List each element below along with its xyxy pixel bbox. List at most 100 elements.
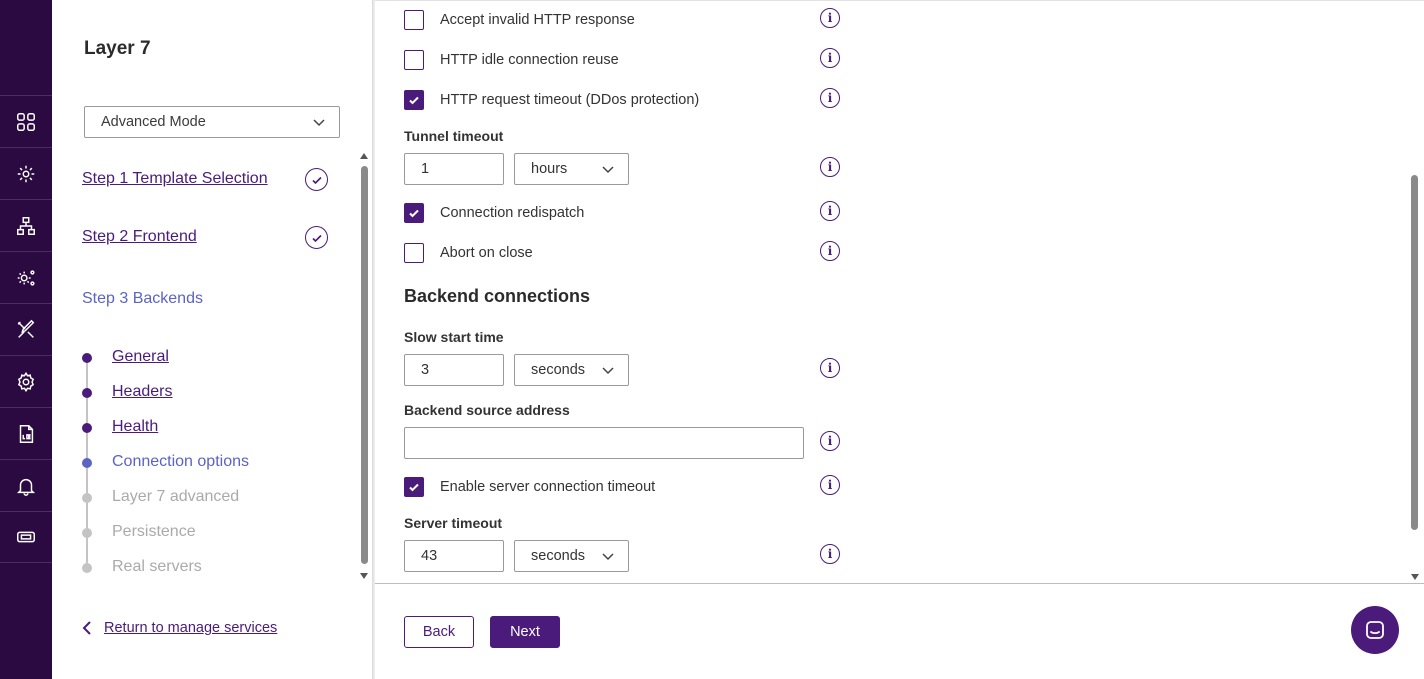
ticket-icon[interactable] (0, 511, 52, 563)
chevron-left-icon (82, 621, 91, 635)
tunnel-timeout-unit-select[interactable]: hours (514, 153, 629, 185)
scroll-down-arrow-icon[interactable] (360, 573, 368, 579)
slow-start-label: Slow start time (404, 329, 504, 345)
accept-invalid-checkbox[interactable] (404, 10, 424, 30)
accept-invalid-label: Accept invalid HTTP response (440, 12, 635, 28)
info-icon[interactable]: i (820, 431, 840, 451)
mode-select[interactable]: Advanced Mode (84, 106, 340, 138)
log-file-icon[interactable] (0, 407, 52, 459)
step-complete-check-icon (305, 168, 328, 191)
substep-dot (82, 388, 92, 398)
chevron-down-icon (602, 553, 614, 561)
return-to-services-link[interactable]: Return to manage services (82, 620, 277, 636)
server-timeout-unit-value: seconds (531, 548, 586, 564)
info-icon[interactable]: i (820, 48, 840, 68)
substep-health[interactable]: Health (112, 418, 158, 436)
network-topology-icon[interactable] (0, 199, 52, 251)
info-icon[interactable]: i (820, 201, 840, 221)
idle-reuse-label: HTTP idle connection reuse (440, 52, 619, 68)
scroll-up-arrow-icon[interactable] (360, 153, 368, 159)
services-cog-icon[interactable] (0, 147, 52, 199)
substep-dot (82, 563, 92, 573)
return-link-label: Return to manage services (104, 620, 278, 636)
server-timeout-input[interactable] (404, 540, 504, 572)
server-timeout-unit-select[interactable]: seconds (514, 540, 629, 572)
redispatch-label: Connection redispatch (440, 205, 585, 221)
chat-support-button[interactable] (1351, 606, 1399, 654)
step-3-label: Step 3 Backends (82, 290, 203, 307)
chevron-down-icon (602, 166, 614, 174)
substep-layer7-advanced: Layer 7 advanced (112, 488, 240, 505)
request-timeout-checkbox[interactable] (404, 90, 424, 110)
abort-on-close-checkbox[interactable] (404, 243, 424, 263)
server-conn-timeout-checkbox[interactable] (404, 477, 424, 497)
info-icon[interactable]: i (820, 475, 840, 495)
info-icon[interactable]: i (820, 241, 840, 261)
top-divider (375, 0, 1424, 1)
idle-reuse-row: HTTP idle connection reuse (404, 48, 619, 72)
checkmark-icon (409, 209, 419, 218)
backend-connections-heading: Backend connections (404, 286, 591, 306)
dashboard-grid-icon[interactable] (0, 95, 52, 147)
server-conn-timeout-label: Enable server connection timeout (440, 479, 656, 495)
tunnel-timeout-unit-value: hours (531, 161, 568, 177)
chevron-down-icon (602, 367, 614, 375)
accept-invalid-row: Accept invalid HTTP response (404, 8, 635, 32)
slow-start-unit-select[interactable]: seconds (514, 354, 629, 386)
info-icon[interactable]: i (820, 88, 840, 108)
substep-dot (82, 458, 92, 468)
notification-bell-icon[interactable] (0, 459, 52, 511)
slow-start-unit-value: seconds (531, 362, 586, 378)
source-address-label: Backend source address (404, 402, 570, 418)
checkmark-icon (409, 483, 419, 492)
info-icon[interactable]: i (820, 8, 840, 28)
mode-select-value: Advanced Mode (101, 114, 206, 130)
request-timeout-label: HTTP request timeout (DDos protection) (440, 92, 700, 108)
info-icon[interactable]: i (820, 358, 840, 378)
gear-icon[interactable] (0, 355, 52, 407)
substep-dot (82, 493, 92, 503)
chevron-down-icon (313, 119, 325, 127)
tunnel-timeout-input[interactable] (404, 153, 504, 185)
icon-rail (0, 0, 52, 679)
idle-reuse-checkbox[interactable] (404, 50, 424, 70)
server-conn-timeout-row: Enable server connection timeout (404, 475, 655, 499)
step-2-link[interactable]: Step 2 Frontend (82, 228, 197, 246)
redispatch-checkbox[interactable] (404, 203, 424, 223)
info-icon[interactable]: i (820, 544, 840, 564)
sidebar-scrollbar[interactable] (358, 150, 370, 582)
footer-divider (375, 583, 1424, 584)
source-address-input[interactable] (404, 427, 804, 459)
wizard-sidebar: Layer 7 Advanced Mode Step 1 Template Se… (52, 0, 372, 679)
scroll-down-arrow-icon[interactable] (1411, 574, 1419, 580)
substep-dot (82, 528, 92, 538)
server-timeout-label: Server timeout (404, 515, 503, 531)
tools-icon[interactable] (0, 303, 52, 355)
scrollbar-thumb[interactable] (361, 166, 368, 564)
main-scrollbar[interactable] (1408, 0, 1422, 584)
substep-general[interactable]: General (112, 348, 169, 366)
step-1-link[interactable]: Step 1 Template Selection (82, 170, 268, 188)
substep-persistence: Persistence (112, 523, 196, 540)
substep-connection-options[interactable]: Connection options (112, 453, 249, 471)
abort-on-close-label: Abort on close (440, 245, 533, 261)
scrollbar-thumb[interactable] (1411, 175, 1418, 530)
tunnel-timeout-label: Tunnel timeout (404, 128, 504, 144)
substep-headers[interactable]: Headers (112, 383, 172, 401)
system-settings-icon[interactable] (0, 251, 52, 303)
chat-icon (1366, 621, 1384, 639)
checkmark-icon (409, 96, 419, 105)
info-icon[interactable]: i (820, 157, 840, 177)
slow-start-input[interactable] (404, 354, 504, 386)
next-button[interactable]: Next (490, 616, 560, 648)
substep-dot (82, 353, 92, 363)
step-complete-check-icon (305, 226, 328, 249)
abort-on-close-row: Abort on close (404, 241, 533, 265)
connection-options-form: Accept invalid HTTP response i HTTP idle… (375, 0, 1424, 584)
back-button[interactable]: Back (404, 616, 474, 648)
substep-real-servers: Real servers (112, 558, 202, 575)
substep-dot (82, 423, 92, 433)
redispatch-row: Connection redispatch (404, 201, 584, 225)
request-timeout-row: HTTP request timeout (DDos protection) (404, 88, 699, 112)
page-title: Layer 7 (84, 38, 151, 59)
